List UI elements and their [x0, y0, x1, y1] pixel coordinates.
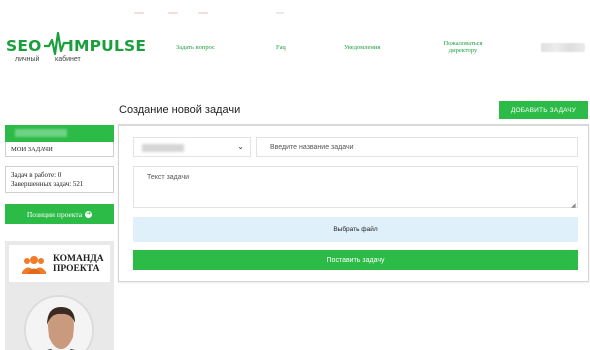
team-icon [22, 256, 46, 274]
submit-task-button[interactable]: Поставить задачу [133, 250, 578, 270]
team-header: КОМАНДА ПРОЕКТА [9, 245, 110, 282]
choose-file-button[interactable]: Выбрать файл [133, 217, 578, 242]
logo-subtitle-left: личный [15, 56, 40, 63]
chevron-down-icon: ⌄ [237, 142, 244, 151]
logo-subtitle-right: кабинет [55, 56, 81, 63]
project-positions-button[interactable]: Позиции проекта ➔ [5, 204, 114, 224]
pulse-icon [44, 31, 70, 56]
team-label: КОМАНДА ПРОЕКТА [53, 254, 104, 274]
page-title: Создание новой задачи [119, 104, 241, 116]
arrow-right-circle-icon: ➔ [85, 210, 93, 218]
person-photo [26, 297, 92, 350]
avatar [24, 295, 94, 350]
new-task-form: ⌄ ◢ Выбрать файл Поставить задачу [118, 124, 589, 282]
project-positions-label: Позиции проекта [26, 209, 83, 219]
logo-brand-right: IMPULSE [68, 37, 147, 55]
add-task-button[interactable]: ДОБАВИТЬ ЗАДАЧУ [499, 101, 588, 119]
resize-grip-icon[interactable]: ◢ [571, 202, 576, 209]
logo-brand-left: SEO [6, 37, 42, 55]
nav-ask-question[interactable]: Задать вопрос [176, 44, 215, 51]
nav-notifications[interactable]: Уведомления [344, 44, 380, 51]
nav-complain-line1: Пожаловаться [443, 40, 483, 47]
tasks-in-progress: Задач в работе: 0 [11, 171, 62, 179]
top-decor [128, 12, 298, 15]
nav-complain-line2: директору [448, 47, 478, 54]
task-text-input[interactable] [133, 166, 578, 208]
user-menu-redacted[interactable] [541, 43, 585, 52]
team-label-line2: ПРОЕКТА [53, 264, 100, 274]
sidebar-item-my-tasks[interactable]: МОИ ЗАДАЧИ [5, 142, 114, 157]
team-card: КОМАНДА ПРОЕКТА [5, 241, 114, 350]
logo[interactable]: SEO IMPULSE личный кабинет [6, 31, 147, 67]
task-title-input[interactable] [256, 137, 578, 157]
sidebar-task-stats: Задач в работе: 0 Завершенных задач: 521 [5, 166, 114, 193]
nav-faq[interactable]: Faq [276, 44, 286, 51]
sidebar-project-name-redacted[interactable] [5, 125, 114, 142]
team-label-line1: КОМАНДА [53, 254, 104, 264]
tasks-completed: Завершенных задач: 521 [11, 179, 84, 188]
project-select[interactable]: ⌄ [133, 137, 251, 157]
nav-complain-director[interactable]: Пожаловаться директору [433, 40, 493, 54]
